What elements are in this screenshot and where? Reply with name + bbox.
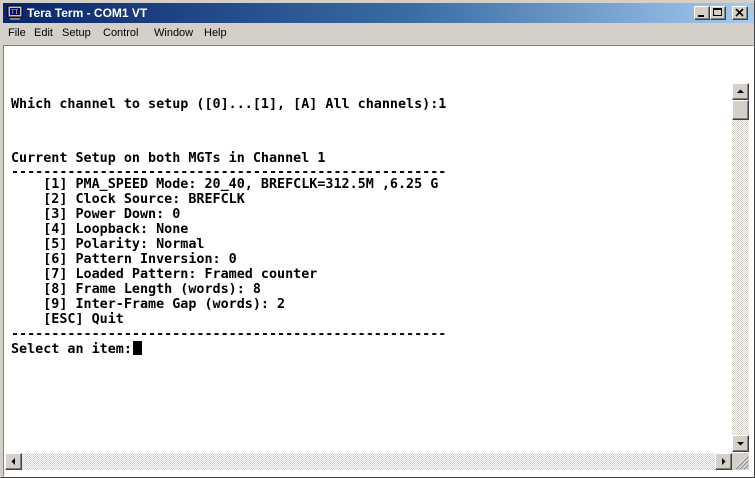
teraterm-icon[interactable]: TT [7, 5, 23, 21]
menu-bar: File Edit Setup Control Window Help [3, 23, 754, 43]
minimize-icon [698, 15, 704, 17]
menu-window[interactable]: Window [154, 26, 193, 40]
arrow-right-icon [722, 458, 726, 465]
horizontal-scrollbar[interactable] [5, 453, 732, 470]
arrow-down-icon [737, 442, 744, 446]
title-bar[interactable]: TT Tera Term - COM1 VT [3, 3, 754, 23]
arrow-left-icon [11, 458, 15, 465]
svg-text:TT: TT [11, 9, 19, 16]
menu-option-line: [2] Clock Source: BREFCLK [11, 192, 245, 207]
terminal-screen[interactable]: Which channel to setup ([0]...[1], [A] A… [7, 48, 732, 452]
menu-option-line: [ESC] Quit [11, 312, 124, 327]
close-button[interactable] [732, 6, 748, 20]
menu-option-line: [8] Frame Length (words): 8 [11, 282, 261, 297]
menu-option-line: [6] Pattern Inversion: 0 [11, 252, 237, 267]
menu-option-line: [5] Polarity: Normal [11, 237, 205, 252]
menu-file[interactable]: File [8, 26, 26, 40]
menu-control[interactable]: Control [103, 26, 138, 40]
maximize-button[interactable] [710, 6, 726, 20]
teraterm-window: TT Tera Term - COM1 VT File Edit Setup C… [0, 0, 755, 478]
scroll-down-button[interactable] [732, 435, 749, 452]
select-prompt: Select an item: [11, 342, 132, 357]
text-cursor [132, 341, 142, 355]
channel-prompt-line: Which channel to setup ([0]...[1], [A] A… [11, 97, 447, 112]
maximize-icon [713, 8, 722, 16]
menu-option-line: [3] Power Down: 0 [11, 207, 181, 222]
scroll-up-button[interactable] [732, 83, 749, 100]
menu-option-line: [4] Loopback: None [11, 222, 189, 237]
menu-option-line: [7] Loaded Pattern: Framed counter [11, 267, 318, 282]
close-icon [735, 8, 744, 17]
minimize-button[interactable] [694, 6, 710, 20]
menu-option-line: [1] PMA_SPEED Mode: 20_40, BREFCLK=312.5… [11, 177, 439, 192]
arrow-up-icon [737, 89, 744, 93]
resize-grip[interactable] [732, 453, 749, 470]
menu-edit[interactable]: Edit [34, 26, 53, 40]
terminal-area[interactable]: Which channel to setup ([0]...[1], [A] A… [3, 45, 754, 477]
window-title: Tera Term - COM1 VT [27, 6, 148, 20]
menu-help[interactable]: Help [204, 26, 227, 40]
select-prompt-line: Select an item: [11, 341, 142, 357]
vertical-scroll-thumb[interactable] [732, 100, 749, 120]
menu-option-line: [9] Inter-Frame Gap (words): 2 [11, 297, 286, 312]
scroll-left-button[interactable] [5, 453, 22, 470]
resize-grip-icon [735, 456, 749, 470]
menu-setup[interactable]: Setup [62, 26, 91, 40]
vertical-scrollbar[interactable] [732, 83, 749, 452]
scroll-right-button[interactable] [715, 453, 732, 470]
